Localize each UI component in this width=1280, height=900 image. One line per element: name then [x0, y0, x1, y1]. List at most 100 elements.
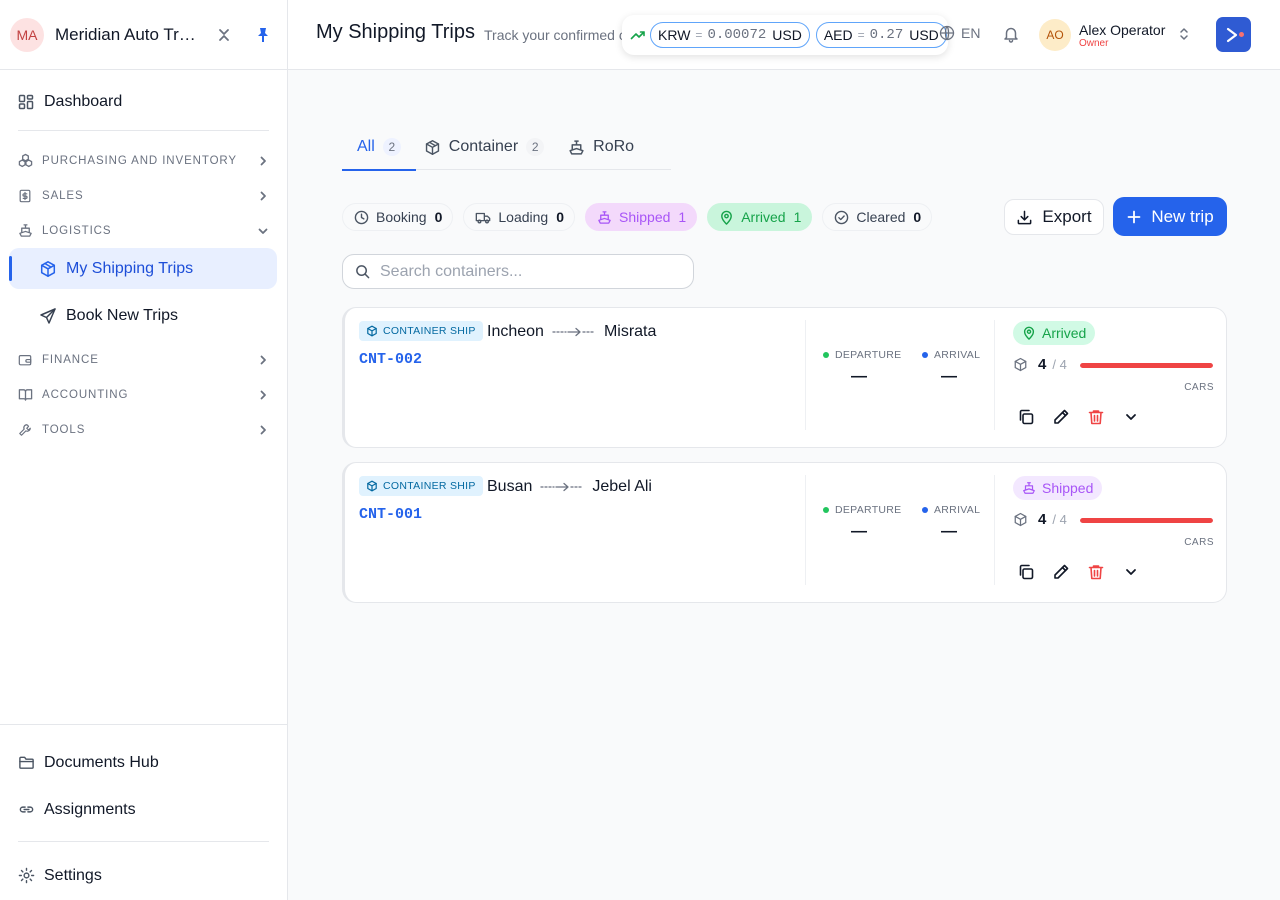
search-box [342, 254, 694, 289]
arrival-label-text: ARRIVAL [934, 504, 981, 516]
pin-icon[interactable] [255, 27, 271, 43]
trash-icon[interactable] [1087, 408, 1122, 426]
sidebar-item-my-shipping-trips[interactable]: My Shipping Trips [9, 248, 277, 289]
app-launcher-button[interactable] [1216, 17, 1251, 52]
trending-up-icon [630, 27, 646, 43]
export-label: Export [1042, 207, 1092, 226]
trip-actions [1017, 563, 1157, 581]
arrow-right-icon [552, 327, 596, 337]
filter-booking[interactable]: Booking 0 [342, 203, 454, 231]
pencil-icon[interactable] [1052, 408, 1087, 426]
package-icon [1013, 512, 1028, 527]
ship-icon [568, 139, 585, 156]
nav-settings[interactable]: Settings [18, 852, 269, 899]
cars-count: 4 / 4 [1013, 356, 1067, 373]
org-switcher[interactable]: MA Meridian Auto Trading [0, 0, 287, 70]
new-trip-button[interactable]: New trip [1113, 197, 1227, 236]
chevron-down-icon[interactable] [1122, 408, 1157, 426]
arrival-date: — [941, 368, 957, 385]
tab-all[interactable]: All 2 [342, 130, 416, 171]
nav-section-logistics[interactable]: LOGISTICS [0, 213, 287, 248]
nav-section-purchasing[interactable]: PURCHASING AND INVENTORY [0, 143, 287, 178]
tab-label: RoRo [593, 138, 635, 155]
tab-count: 2 [526, 138, 545, 156]
export-button[interactable]: Export [1004, 199, 1104, 235]
rate-pill-krw[interactable]: KRW = 0.00072 USD [650, 22, 810, 48]
package-icon [39, 260, 66, 278]
language-label: EN [961, 25, 981, 41]
search-input[interactable] [380, 262, 680, 281]
filter-label: Cleared [856, 209, 906, 225]
trip-id[interactable]: CNT-001 [359, 506, 422, 523]
arrival-label-text: ARRIVAL [934, 349, 981, 361]
departure-dot [823, 352, 829, 358]
notification-dot [1239, 32, 1244, 37]
rate-value: 0.27 [869, 27, 904, 43]
arrival-dot [922, 352, 928, 358]
nav-label: Assignments [44, 800, 136, 818]
rate-unit: USD [772, 27, 802, 43]
status-label: Arrived [1042, 325, 1087, 341]
arrival-date: — [941, 523, 957, 540]
plus-icon [1126, 209, 1142, 225]
user-avatar[interactable]: AO [1039, 19, 1071, 51]
filter-loading[interactable]: Loading 0 [463, 203, 576, 231]
nav-section-tools[interactable]: TOOLS [0, 412, 287, 447]
trash-icon[interactable] [1087, 563, 1122, 581]
org-avatar: MA [10, 17, 44, 52]
clock-icon [354, 210, 369, 225]
arrival-label: ARRIVAL [922, 504, 980, 516]
copy-icon[interactable] [1017, 563, 1052, 581]
wallet-icon [18, 353, 42, 367]
trip-type-tabs: All 2 Container 2 RoRo [342, 130, 671, 171]
bell-icon[interactable] [1002, 25, 1020, 43]
divider [994, 320, 995, 430]
nav-section-sales[interactable]: SALES [0, 178, 287, 213]
sidebar-item-book-new-trips[interactable]: Book New Trips [9, 295, 277, 336]
nav-documents-hub[interactable]: Documents Hub [18, 739, 269, 786]
pencil-icon[interactable] [1052, 563, 1087, 581]
route-destination: Misrata [603, 323, 657, 340]
route-origin: Busan [487, 478, 533, 495]
truck-icon [475, 210, 491, 225]
filter-label: Loading [498, 209, 549, 225]
arrival-dot [922, 507, 928, 513]
tab-container[interactable]: Container 2 [424, 130, 545, 170]
route: Busan Jebel Ali [487, 478, 652, 496]
trip-card[interactable]: CONTAINER SHIP Incheon Misrata CNT-002 D… [342, 307, 1227, 448]
chevron-down-icon[interactable] [1122, 563, 1157, 581]
divider [805, 320, 806, 430]
trip-card[interactable]: CONTAINER SHIP Busan Jebel Ali CNT-001 D… [342, 462, 1227, 603]
ship-icon [1022, 481, 1036, 495]
user-name[interactable]: Alex Operator [1079, 22, 1165, 38]
divider [805, 475, 806, 585]
nav-dashboard[interactable]: Dashboard [18, 88, 269, 116]
chevrons-up-down-icon[interactable] [1177, 26, 1191, 42]
rate-pill-aed[interactable]: AED = 0.27 USD [815, 22, 947, 48]
cars-progress-bar [1080, 518, 1213, 523]
nav-section-label: ACCOUNTING [42, 388, 129, 401]
filter-arrived[interactable]: Arrived 1 [707, 203, 813, 231]
trip-id[interactable]: CNT-002 [359, 351, 422, 368]
exchange-rates-ticker: KRW = 0.00072 USD AED = 0.27 USD [622, 15, 948, 55]
nav-assignments[interactable]: Assignments [18, 786, 269, 833]
language-switcher[interactable]: EN [939, 25, 980, 41]
cars-total: / 4 [1052, 512, 1067, 527]
copy-icon[interactable] [1017, 408, 1052, 426]
departure-dot [823, 507, 829, 513]
collapse-icon[interactable] [217, 28, 231, 42]
filter-cleared[interactable]: Cleared 0 [822, 203, 933, 231]
trip-actions [1017, 408, 1157, 426]
nav-section-accounting[interactable]: ACCOUNTING [0, 377, 287, 412]
filter-shipped[interactable]: Shipped 1 [585, 203, 698, 231]
tab-roro[interactable]: RoRo [568, 130, 634, 170]
chevron-down-icon [257, 225, 269, 237]
sidebar-item-label: My Shipping Trips [66, 259, 194, 277]
filter-count: 0 [913, 209, 922, 225]
nav-section-label: FINANCE [42, 353, 99, 366]
divider [18, 130, 269, 131]
divider [994, 475, 995, 585]
route-origin: Incheon [487, 323, 544, 340]
nav-section-finance[interactable]: FINANCE [0, 342, 287, 377]
boxes-icon [18, 153, 42, 168]
